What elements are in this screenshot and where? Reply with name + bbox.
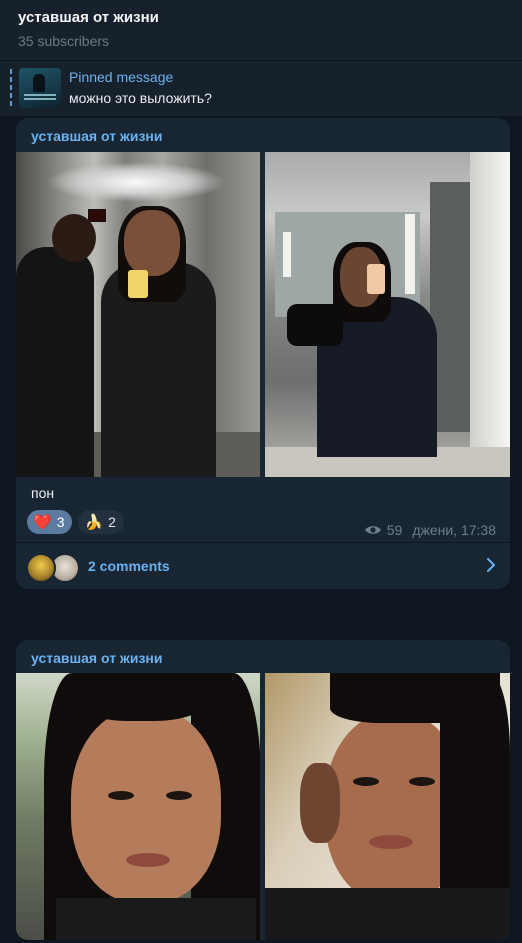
heart-emoji-icon: ❤️ bbox=[33, 514, 52, 531]
post-meta: 59 джени, 17:38 bbox=[364, 522, 496, 538]
pinned-thumbnail bbox=[19, 68, 61, 108]
chevron-right-icon bbox=[487, 558, 495, 572]
post-signature-time: джени, 17:38 bbox=[412, 522, 496, 538]
reaction-heart[interactable]: ❤️ 3 bbox=[27, 510, 73, 534]
post-author[interactable]: уставшая от жизни bbox=[31, 650, 163, 666]
channel-post: уставшая от жизни bbox=[16, 640, 510, 940]
pinned-indicator bbox=[10, 69, 12, 107]
post-photo[interactable] bbox=[16, 673, 260, 940]
channel-header[interactable]: уставшая от жизни 35 subscribers bbox=[0, 0, 522, 60]
reaction-count: 2 bbox=[108, 514, 116, 530]
banana-emoji-icon: 🍌 bbox=[84, 514, 104, 531]
channel-post: уставшая от жизни пон ❤️ 3 🍌 2 59 джени,… bbox=[16, 118, 510, 589]
reaction-count: 3 bbox=[56, 514, 65, 530]
eye-icon bbox=[364, 526, 381, 534]
avatar bbox=[26, 553, 56, 583]
view-count: 59 bbox=[386, 522, 403, 538]
pinned-text: можно это выложить? bbox=[69, 90, 212, 106]
comments-button[interactable]: 2 comments bbox=[16, 543, 510, 589]
subscriber-count: 35 subscribers bbox=[18, 33, 110, 49]
channel-title: уставшая от жизни bbox=[18, 9, 159, 26]
reactions-bar: ❤️ 3 🍌 2 bbox=[27, 510, 124, 534]
post-caption: пон bbox=[31, 485, 55, 501]
post-photo[interactable] bbox=[265, 152, 510, 477]
post-photo[interactable] bbox=[265, 673, 510, 940]
post-photo[interactable] bbox=[16, 152, 260, 477]
reaction-banana[interactable]: 🍌 2 bbox=[78, 510, 124, 534]
post-author[interactable]: уставшая от жизни bbox=[31, 128, 163, 144]
pinned-title: Pinned message bbox=[69, 69, 174, 85]
pinned-message-bar[interactable]: Pinned message можно это выложить? bbox=[0, 60, 522, 116]
comments-label: 2 comments bbox=[88, 558, 170, 574]
